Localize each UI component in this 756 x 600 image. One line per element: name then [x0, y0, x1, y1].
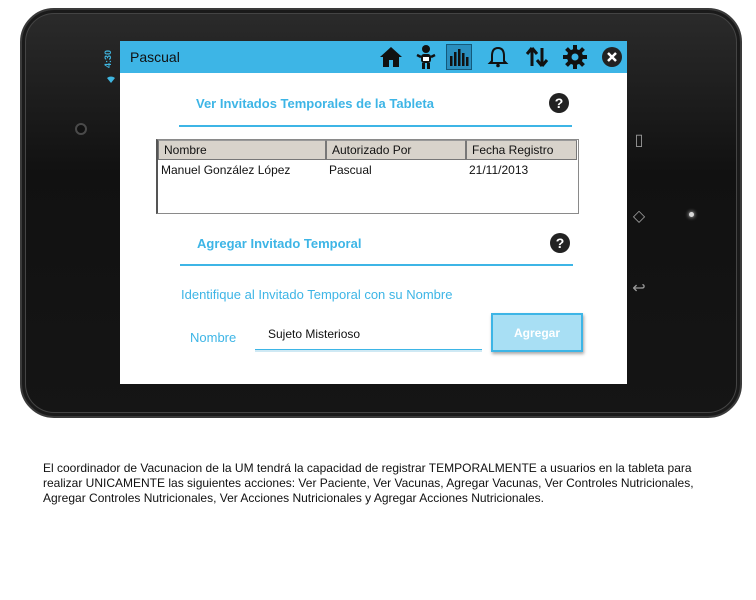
- cell-autorizado: Pascual: [329, 163, 372, 177]
- camera-lens: [75, 123, 87, 135]
- divider: [180, 264, 573, 266]
- close-icon[interactable]: [599, 44, 625, 70]
- add-button[interactable]: Agregar: [491, 313, 583, 352]
- section-title-agregar: Agregar Invitado Temporal: [197, 236, 362, 251]
- wifi-icon: [106, 74, 116, 84]
- sensor-light: [689, 212, 694, 217]
- status-bar: 4:30: [103, 42, 119, 87]
- bell-icon[interactable]: [485, 44, 511, 70]
- description-text: El coordinador de Vacunacion de la UM te…: [43, 461, 694, 505]
- guests-table: Nombre Autorizado Por Fecha Registro Man…: [156, 139, 579, 214]
- app-bar: Pascual: [120, 41, 627, 73]
- instruction-text: Identifique al Invitado Temporal con su …: [181, 287, 453, 302]
- app-title: Pascual: [130, 49, 180, 65]
- cell-fecha: 21/11/2013: [469, 163, 529, 177]
- table-header: Nombre Autorizado Por Fecha Registro: [158, 140, 578, 160]
- status-time: 4:30: [103, 50, 113, 69]
- section-title-invitados: Ver Invitados Temporales de la Tableta: [196, 96, 434, 111]
- recent-apps-icon[interactable]: ▯: [630, 130, 648, 152]
- column-header-autorizado[interactable]: Autorizado Por: [326, 140, 466, 160]
- app-screen: Pascual Ver Invitados Temporales de la T…: [120, 41, 627, 384]
- gear-icon[interactable]: [562, 44, 588, 70]
- cell-nombre: Manuel González López: [161, 163, 291, 177]
- column-header-fecha[interactable]: Fecha Registro: [466, 140, 577, 160]
- home-icon[interactable]: [378, 44, 404, 70]
- back-nav-icon[interactable]: ↩: [630, 278, 648, 300]
- sync-icon[interactable]: [524, 44, 550, 70]
- name-input[interactable]: [255, 318, 482, 350]
- baby-icon[interactable]: [413, 44, 439, 70]
- help-icon[interactable]: ?: [549, 93, 569, 113]
- name-label: Nombre: [190, 330, 237, 345]
- column-header-nombre[interactable]: Nombre: [158, 140, 326, 160]
- chart-icon[interactable]: [446, 44, 472, 70]
- home-nav-icon[interactable]: ◇: [630, 206, 648, 228]
- help-icon[interactable]: ?: [550, 233, 570, 253]
- table-row[interactable]: Manuel González López Pascual 21/11/2013: [158, 160, 578, 180]
- divider: [179, 125, 572, 127]
